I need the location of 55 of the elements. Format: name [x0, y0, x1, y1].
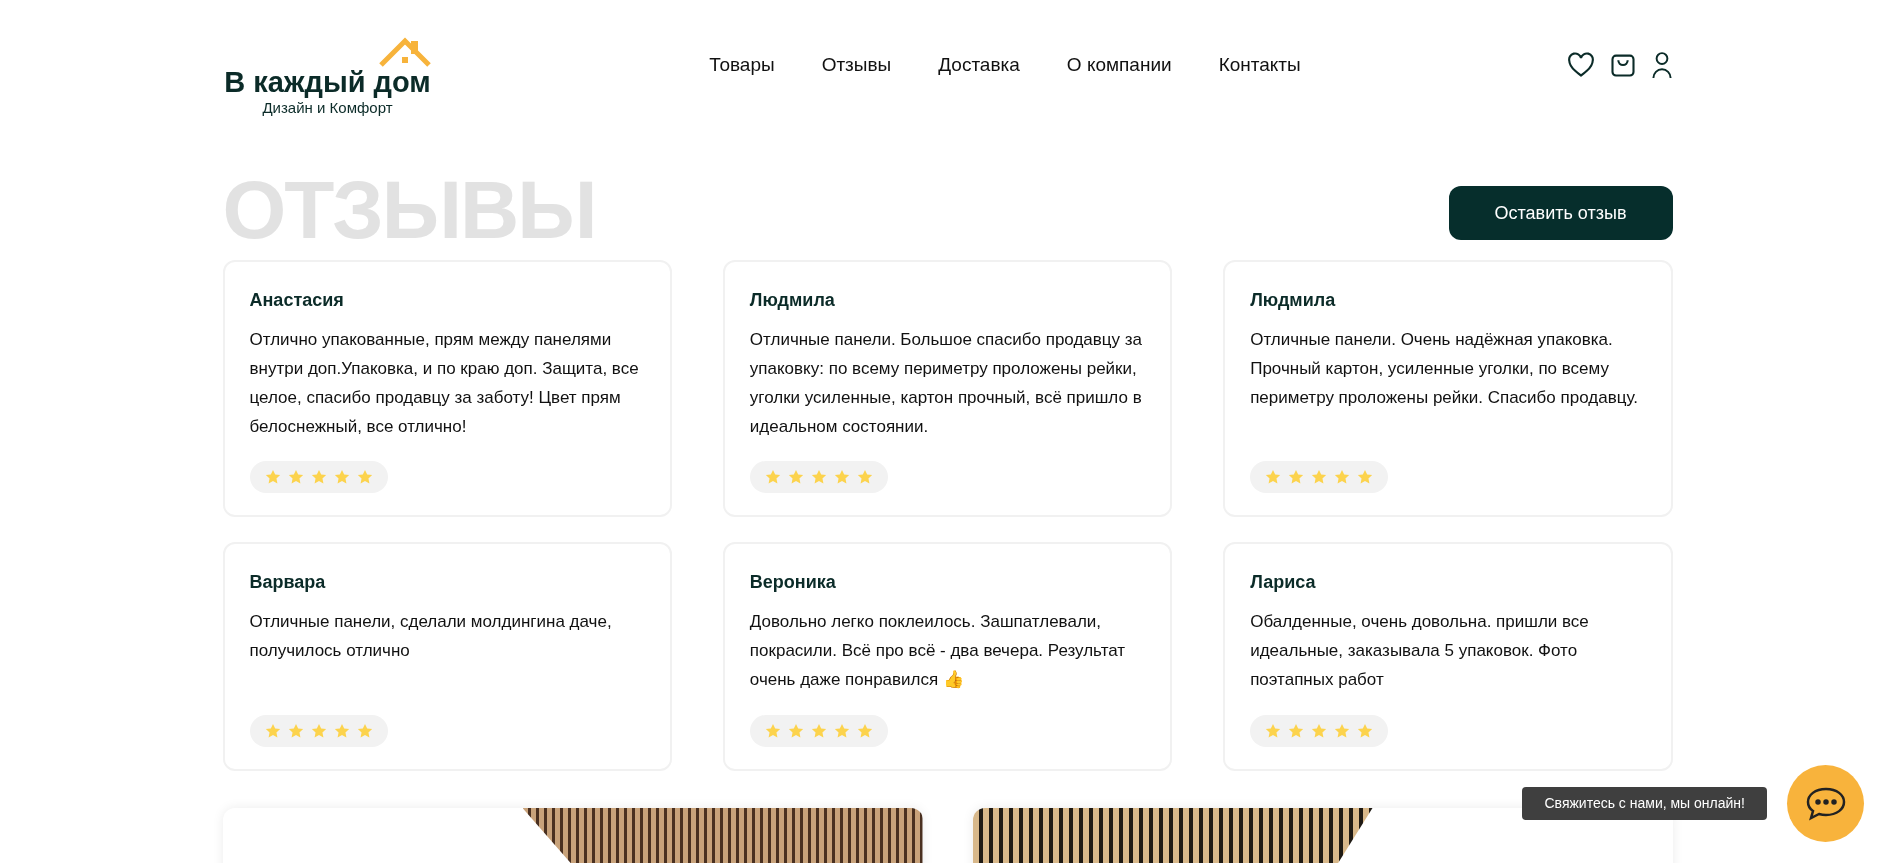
leave-review-button[interactable]: Оставить отзыв: [1448, 186, 1673, 240]
heart-icon[interactable]: [1566, 52, 1595, 78]
review-text: Обалденные, очень довольна. пришли все идеальные, заказывала 5 упаковок. Фото поэтапных работ: [1250, 611, 1590, 691]
review-text: Отличные панели. Очень надёжная упаковка. Прочный картон, усиленные уголки, по всему периметру проложены рейки. Спасибо продавцу.: [1250, 329, 1639, 409]
star-icon: [763, 468, 782, 486]
reviewer-name: Лариса: [1250, 571, 1317, 594]
chat-tooltip: Свяжитесь с нами, мы онлайн!: [1522, 787, 1767, 820]
logo[interactable]: В каждый дом Дизайн и Комфорт: [222, 13, 433, 117]
star-icon: [1310, 722, 1329, 740]
star-icon: [309, 722, 328, 740]
star-icon: [1287, 468, 1306, 486]
star-icon: [855, 468, 874, 486]
star-icon: [1287, 722, 1306, 740]
star-icon: [786, 468, 805, 486]
star-icon: [763, 722, 782, 740]
star-icon: [832, 722, 851, 740]
reviewer-name: Людмила: [1250, 289, 1337, 312]
star-icon: [355, 722, 374, 740]
star-icon: [263, 468, 282, 486]
nav-link[interactable]: О компании: [1066, 50, 1172, 80]
star-icon: [832, 468, 851, 486]
review-text: Отличные панели. Большое спасибо продавцу за упаковку: по всему периметру проложены рейки, уголки усиленные, картон прочный, всё пришло в идеальном состоянии.: [749, 329, 1144, 438]
star-icon: [309, 468, 328, 486]
reviewer-name: Людмила: [749, 289, 836, 312]
star-icon: [786, 722, 805, 740]
star-icon: [263, 722, 282, 740]
review-text: Отличные панели, сделали молдингина даче, получилось отлично: [249, 611, 613, 662]
reviewer-name: Вероника: [749, 571, 837, 594]
user-icon[interactable]: [1650, 51, 1673, 79]
star-icon: [855, 722, 874, 740]
nav-link[interactable]: Контакты: [1218, 50, 1301, 80]
star-icon: [1264, 468, 1283, 486]
star-icon: [1264, 722, 1283, 740]
star-icon: [1333, 722, 1352, 740]
star-icon: [286, 468, 305, 486]
review-text: Отлично упакованные, прям между панелями внутри доп.Упаковка, и по краю доп. Защита, все целое, спасибо продавцу за заботу! Цвет прям белоснежный, все отлично!: [249, 329, 640, 438]
nav-link[interactable]: Товары: [709, 50, 775, 80]
logo-subtitle: Дизайн и Комфорт: [262, 99, 393, 117]
nav-link[interactable]: Доставка: [938, 50, 1020, 80]
star-icon: [332, 468, 351, 486]
star-icon: [355, 468, 374, 486]
star-icon: [809, 468, 828, 486]
star-icon: [1310, 468, 1329, 486]
review-text: Довольно легко поклеилось. Зашпатлевали, покрасили. Всё про всё - два вечера. Результат очень даже понравился 👍: [749, 611, 1127, 691]
star-icon: [809, 722, 828, 740]
reviewer-name: Анастасия: [249, 289, 345, 312]
star-icon: [1333, 468, 1352, 486]
star-icon: [332, 722, 351, 740]
reviewer-name: Варвара: [249, 571, 327, 594]
star-icon: [1356, 722, 1375, 740]
star-icon: [286, 722, 305, 740]
chat-bubble-icon: [1804, 785, 1847, 822]
nav-link[interactable]: Отзывы: [821, 50, 892, 80]
logo-title: В каждый дом: [224, 65, 431, 99]
star-icon: [1356, 468, 1375, 486]
